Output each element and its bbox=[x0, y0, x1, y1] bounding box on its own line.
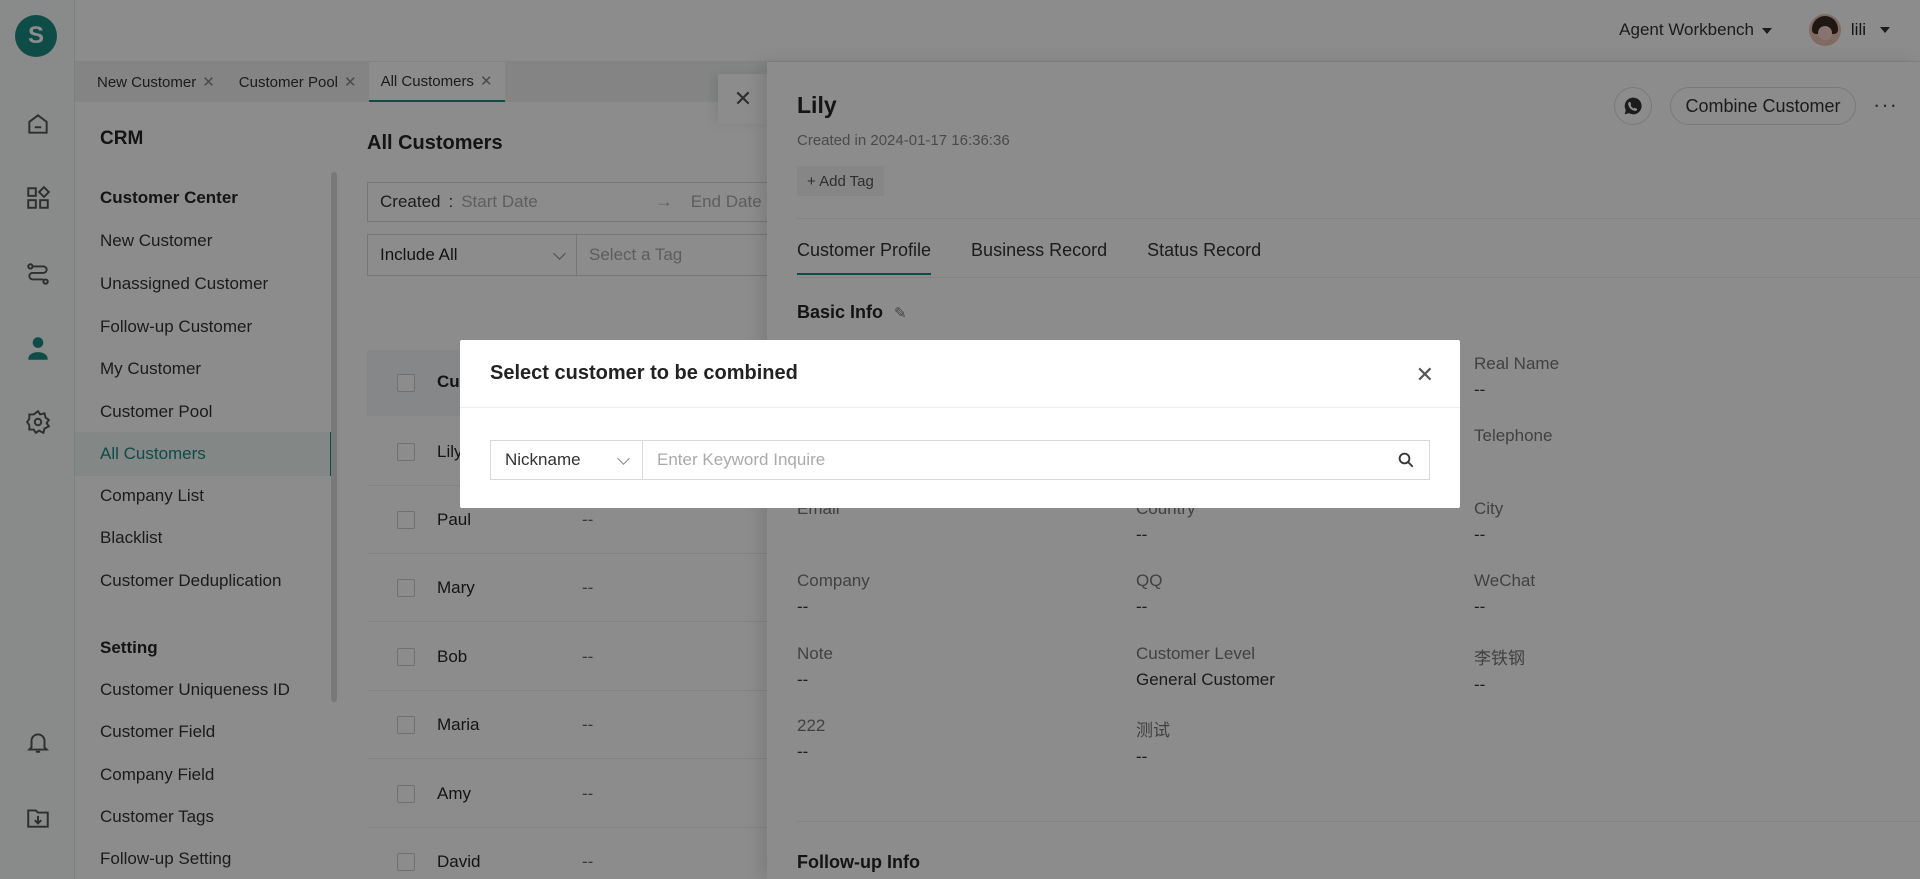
close-icon[interactable]: ✕ bbox=[1416, 362, 1434, 388]
combine-customer-modal: Select customer to be combined ✕ Nicknam… bbox=[460, 340, 1460, 508]
modal-title: Select customer to be combined bbox=[460, 340, 1460, 408]
chevron-down-icon bbox=[617, 451, 630, 465]
search-button[interactable] bbox=[1383, 441, 1429, 479]
search-field-select[interactable]: Nickname bbox=[491, 441, 643, 479]
select-value: Nickname bbox=[505, 450, 581, 469]
search-icon bbox=[1398, 452, 1414, 468]
keyword-search-input[interactable] bbox=[643, 441, 1383, 479]
customer-search-bar: Nickname bbox=[490, 440, 1430, 480]
